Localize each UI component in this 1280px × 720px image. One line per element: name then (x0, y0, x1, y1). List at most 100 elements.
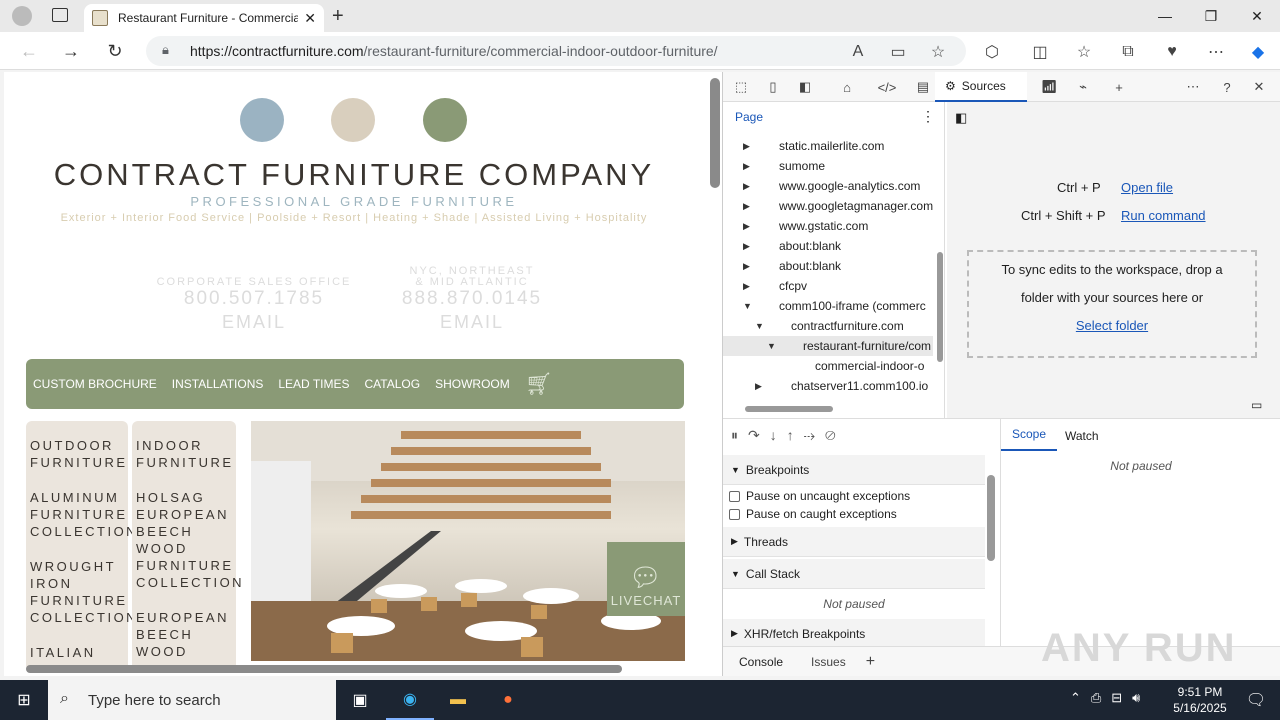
menu-holsag[interactable]: HOLSAG EUROPEAN BEECH WOOD FURNITURE COL… (136, 489, 242, 591)
edge-icon[interactable]: ◉ (386, 680, 434, 720)
menu-wrought-iron[interactable]: WROUGHT IRON FURNITURE COLLECTIONS (30, 558, 147, 626)
office2-phone[interactable]: 888.870.0145 (372, 288, 572, 310)
clock[interactable]: 9:51 PM 5/16/2025 (1160, 684, 1240, 716)
forward-icon[interactable]: → (56, 36, 86, 66)
sources-tab[interactable]: ⚙ Sources (935, 72, 1027, 102)
chair-icon[interactable] (240, 98, 284, 142)
tree-item[interactable]: commercial-indoor-o (723, 356, 933, 376)
tree-item[interactable]: ▶ about:blank (723, 236, 933, 256)
minimize-button[interactable]: — (1142, 0, 1188, 32)
performance-icon[interactable]: ⌁ (1071, 76, 1095, 98)
tab-actions-icon[interactable] (52, 8, 68, 22)
file-explorer-icon[interactable]: ▬ (434, 680, 482, 720)
lock-icon[interactable]: 🔒︎ (162, 42, 169, 58)
taskbar-search[interactable]: ⌕ Type here to search (48, 680, 336, 720)
tree-item[interactable]: ▶ www.gstatic.com (723, 216, 933, 236)
tree-item[interactable]: ▼ comm100-iframe (commerc (723, 296, 933, 316)
tree-item[interactable]: ▶ cfcpv (723, 276, 933, 296)
debugger-controls[interactable]: ⏸↷↓↑⇢⊘ (731, 427, 846, 444)
company-logo[interactable]: CONTRACT FURNITURE COMPANY (4, 157, 704, 193)
select-folder-link[interactable]: Select folder (985, 312, 1239, 340)
office1-email[interactable]: EMAIL (154, 312, 354, 333)
scope-tab[interactable]: Scope (1001, 419, 1057, 451)
split-screen-icon[interactable]: ◫ (1026, 38, 1054, 66)
menu-italian[interactable]: ITALIAN (30, 644, 124, 661)
nav-showroom[interactable]: SHOWROOM (435, 377, 510, 391)
table-icon[interactable] (423, 98, 467, 142)
new-tab-button[interactable]: + (332, 5, 344, 28)
menu-aluminum[interactable]: ALUMINUM FURNITURE COLLECTIONS (30, 489, 147, 540)
tree-item[interactable]: ▶ about:blank (723, 256, 933, 276)
task-view-icon[interactable]: ▣ (336, 680, 384, 720)
firefox-icon[interactable]: ● (484, 680, 532, 720)
tree-item[interactable]: ▼ contractfurniture.com (723, 316, 933, 336)
close-devtools-icon[interactable]: ✕ (1247, 76, 1271, 98)
maximize-button[interactable]: ❐ (1188, 0, 1234, 32)
navigator-scrollbar[interactable] (937, 252, 943, 362)
device-emulation-icon[interactable]: ▯ (761, 76, 785, 98)
menu-european-beech[interactable]: EUROPEAN BEECH WOOD (136, 609, 232, 660)
navigator-menu-icon[interactable]: ⋮ (921, 108, 935, 125)
xhr-breakpoints-header[interactable]: ▶ XHR/fetch Breakpoints (723, 619, 985, 646)
elements-icon[interactable]: </> (875, 76, 899, 98)
system-tray-icons[interactable]: ⌃⎙⊟🔊︎ (1070, 690, 1150, 706)
tree-item[interactable]: ▶ www.googletagmanager.com (723, 196, 933, 216)
address-bar[interactable]: 🔒︎ https://contractfurniture.com/restaur… (146, 36, 966, 66)
page-tab[interactable]: Page (735, 110, 763, 124)
page-horizontal-scrollbar[interactable] (26, 665, 622, 673)
extensions-icon[interactable]: ⬡ (978, 38, 1006, 66)
pause-uncaught-checkbox[interactable]: Pause on uncaught exceptions (729, 489, 910, 503)
performance-icon[interactable]: ♥ (1158, 38, 1186, 66)
console-drawer-tab[interactable]: Console (739, 655, 783, 669)
toggle-navigator-icon[interactable]: ◧ (955, 110, 967, 126)
page-vertical-scrollbar[interactable] (710, 78, 720, 188)
browser-tab[interactable]: Restaurant Furniture - Commercial ✕ (84, 4, 324, 32)
copilot-icon[interactable]: ◆ (1244, 38, 1272, 66)
close-window-button[interactable]: ✕ (1234, 0, 1280, 32)
navigator-h-scrollbar[interactable] (745, 406, 833, 412)
profile-icon[interactable] (12, 6, 32, 26)
tree-item[interactable]: ▶ static.mailerlite.com (723, 136, 933, 156)
tree-item[interactable]: ▶ chatserver11.comm100.io (723, 376, 933, 396)
welcome-home-icon[interactable]: ⌂ (835, 76, 859, 98)
windows-start-icon[interactable]: ⊞ (0, 680, 48, 720)
notifications-icon[interactable]: 🗨︎ (1232, 680, 1280, 720)
nav-catalog[interactable]: CATALOG (365, 377, 421, 391)
add-drawer-tab-icon[interactable]: + (866, 653, 875, 671)
immersive-reader-icon[interactable]: ▭ (884, 38, 912, 66)
umbrella-icon[interactable] (331, 98, 375, 142)
collections-icon[interactable]: ⧉ (1114, 38, 1142, 66)
back-icon[interactable]: ← (14, 36, 44, 66)
screencast-icon[interactable]: ▭ (1251, 398, 1262, 412)
dock-icon[interactable]: ◧ (793, 76, 817, 98)
close-tab-icon[interactable]: ✕ (304, 10, 316, 27)
office1-phone[interactable]: 800.507.1785 (154, 288, 354, 310)
nav-lead-times[interactable]: LEAD TIMES (278, 377, 349, 391)
inspect-icon[interactable]: ⬚ (729, 76, 753, 98)
nav-installations[interactable]: INSTALLATIONS (172, 377, 264, 391)
open-file-link[interactable]: Open file (1121, 180, 1173, 195)
watch-tab[interactable]: Watch (1065, 429, 1099, 443)
threads-header[interactable]: ▶ Threads (723, 527, 985, 557)
menu-outdoor[interactable]: OUTDOOR FURNITURE (30, 437, 125, 471)
workspace-drop-zone[interactable]: To sync edits to the workspace, drop a f… (967, 250, 1257, 358)
livechat-button[interactable]: 💬︎ LIVECHAT (607, 542, 685, 616)
run-command-link[interactable]: Run command (1121, 208, 1206, 223)
tree-item-selected[interactable]: ▼ restaurant-furniture/com (723, 336, 933, 356)
favorite-star-icon[interactable]: ☆ (924, 38, 952, 66)
read-aloud-icon[interactable]: A (844, 38, 872, 66)
breakpoints-header[interactable]: ▼ Breakpoints (723, 455, 985, 485)
tree-item[interactable]: ▶ www.google-analytics.com (723, 176, 933, 196)
office2-email[interactable]: EMAIL (372, 312, 572, 333)
issues-drawer-tab[interactable]: Issues (811, 655, 846, 669)
devtools-menu-icon[interactable]: ⋯ (1181, 76, 1205, 98)
favorites-icon[interactable]: ☆ (1070, 38, 1098, 66)
more-icon[interactable]: ⋯ (1202, 38, 1230, 66)
refresh-icon[interactable]: ↻ (100, 36, 130, 66)
more-tools-icon[interactable]: + (1107, 76, 1131, 98)
debugger-scrollbar[interactable] (987, 475, 995, 561)
network-icon[interactable]: 📶︎ (1037, 76, 1061, 98)
tree-item[interactable]: ▶ sumome (723, 156, 933, 176)
cart-icon[interactable]: 🛒︎ (525, 371, 553, 397)
menu-indoor[interactable]: INDOOR FURNITURE (136, 437, 232, 471)
